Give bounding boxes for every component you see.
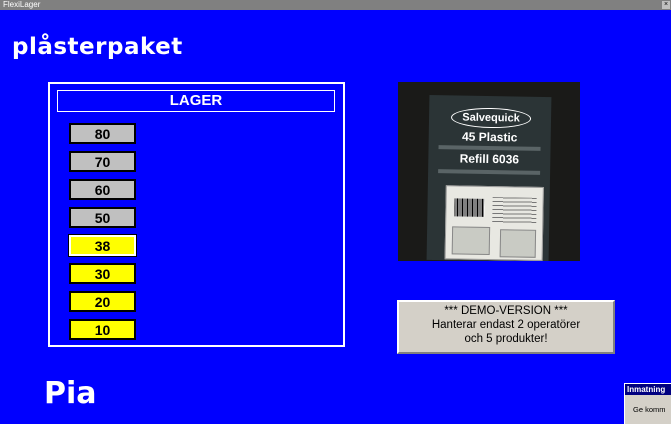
- barcode: [454, 198, 485, 217]
- level-60[interactable]: 60: [69, 179, 136, 200]
- package-text-refill: Refill 6036: [459, 151, 520, 167]
- demo-line-3: och 5 produkter!: [464, 333, 548, 345]
- package-small-text-2: [438, 169, 541, 175]
- lager-panel: LAGER 80 70 60 50 38 30 20 10: [48, 82, 345, 347]
- level-38-current[interactable]: 38: [68, 234, 137, 257]
- level-10[interactable]: 10: [69, 319, 136, 340]
- level-70[interactable]: 70: [69, 151, 136, 172]
- input-dialog[interactable]: Inmatning Ge komm: [624, 383, 671, 424]
- instruction-figure-2: [499, 229, 537, 258]
- level-30[interactable]: 30: [69, 263, 136, 284]
- title-bar: FlexiLager ×: [0, 0, 671, 10]
- package-small-text: [438, 145, 541, 151]
- level-80[interactable]: 80: [69, 123, 136, 144]
- lager-header: LAGER: [57, 90, 335, 112]
- dialog-title: Inmatning: [625, 384, 671, 395]
- level-20[interactable]: 20: [69, 291, 136, 312]
- demo-line-1: *** DEMO-VERSION ***: [444, 305, 568, 317]
- package-label: [444, 185, 544, 261]
- label-text-lines: [492, 197, 537, 224]
- demo-notice: *** DEMO-VERSION *** Hanterar endast 2 o…: [397, 300, 615, 354]
- product-name: plåsterpaket: [12, 34, 183, 60]
- level-50[interactable]: 50: [69, 207, 136, 228]
- brand-logo: Salvequick: [450, 107, 532, 129]
- product-photo: Salvequick 45 Plastic Refill 6036: [398, 82, 580, 261]
- bandage-box: Salvequick 45 Plastic Refill 6036: [426, 94, 552, 261]
- operator-name: Pia: [44, 376, 97, 411]
- window-title: FlexiLager: [3, 0, 41, 9]
- instruction-figure: [451, 226, 491, 256]
- close-button[interactable]: ×: [662, 1, 670, 9]
- package-text-count: 45 Plastic: [461, 129, 518, 145]
- dialog-prompt: Ge komm: [633, 405, 666, 414]
- demo-line-2: Hanterar endast 2 operatörer: [431, 319, 581, 331]
